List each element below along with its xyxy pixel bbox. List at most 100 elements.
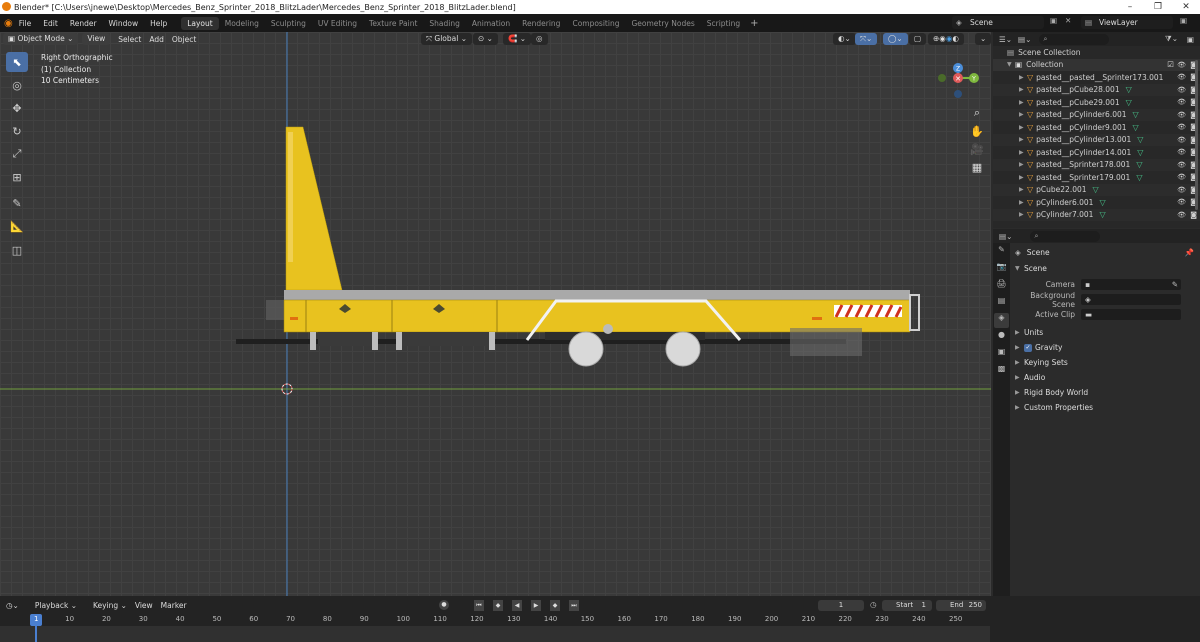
- eye-icon[interactable]: 👁: [1177, 186, 1186, 194]
- view-layer-selector[interactable]: ▤ ViewLayer: [1081, 16, 1173, 29]
- timeline-view-menu[interactable]: View: [135, 601, 153, 610]
- filter-icon[interactable]: ⧩⌄: [1165, 34, 1178, 44]
- menu-edit[interactable]: Edit: [43, 19, 58, 28]
- workspace-tab-layout[interactable]: Layout: [181, 16, 219, 30]
- units-section[interactable]: ▶ Units: [1011, 325, 1200, 340]
- close-button[interactable]: ✕: [1172, 0, 1200, 14]
- outliner-item[interactable]: ▶ ▽ pasted__pCylinder13.001 ▽ 👁 ◙: [993, 133, 1200, 146]
- shading-options[interactable]: ⌄: [975, 33, 992, 45]
- maximize-button[interactable]: ❐: [1144, 0, 1172, 14]
- outliner-item[interactable]: ▶ ▽ pCube22.001 ▽ 👁 ◙: [993, 183, 1200, 196]
- add-menu[interactable]: Add: [149, 35, 164, 44]
- eye-icon[interactable]: 👁: [1177, 198, 1186, 206]
- jump-start-icon[interactable]: ⏮: [474, 600, 484, 611]
- blender-menu-icon[interactable]: ◉: [4, 18, 13, 29]
- frame-ruler[interactable]: 1 10 20 30 40 50 60 70 80 90 100 110 120 130 140 150 160…: [0, 614, 990, 626]
- rigid-body-world-section[interactable]: ▶ Rigid Body World: [1011, 385, 1200, 400]
- eye-icon[interactable]: 👁: [1177, 148, 1186, 156]
- outliner-item[interactable]: ▶ ▽ pasted__Sprinter178.001 ▽ 👁 ◙: [993, 158, 1200, 171]
- rotate-tool[interactable]: ↻: [6, 121, 28, 141]
- eye-icon[interactable]: 👁: [1177, 61, 1186, 69]
- properties-editor-icon[interactable]: ▤⌄: [999, 232, 1012, 241]
- scene-tab-icon[interactable]: ◈: [994, 313, 1009, 328]
- object-mode-dropdown[interactable]: ▣ Object Mode ⌄: [3, 33, 79, 45]
- measure-tool[interactable]: 📐: [6, 216, 28, 236]
- menu-help[interactable]: Help: [150, 19, 167, 28]
- active-clip-input[interactable]: ▬: [1081, 309, 1181, 320]
- view-menu[interactable]: View: [82, 33, 111, 45]
- workspace-tab-rendering[interactable]: Rendering: [516, 17, 566, 30]
- expand-icon[interactable]: ▶: [1019, 161, 1027, 168]
- eye-icon[interactable]: 👁: [1177, 211, 1186, 219]
- play-icon[interactable]: ▶: [531, 600, 541, 611]
- expand-icon[interactable]: ▶: [1019, 99, 1027, 106]
- camera-icon[interactable]: ◙: [1190, 211, 1197, 219]
- eye-icon[interactable]: 👁: [1177, 123, 1186, 131]
- end-frame-input[interactable]: End 250: [936, 600, 986, 611]
- play-reverse-icon[interactable]: ◀: [512, 600, 522, 611]
- add-workspace-icon[interactable]: +: [750, 18, 758, 29]
- workspace-tab-shading[interactable]: Shading: [423, 17, 465, 30]
- scene-delete-icon[interactable]: ✕: [1065, 16, 1071, 25]
- visibility-icon[interactable]: ◐⌄: [833, 33, 856, 45]
- workspace-tab-uv-editing[interactable]: UV Editing: [312, 17, 363, 30]
- transform-orientation-dropdown[interactable]: ⤧ Global ⌄: [421, 33, 472, 45]
- background-scene-input[interactable]: ◈: [1081, 294, 1181, 305]
- collection-tab-icon[interactable]: ▣: [994, 347, 1009, 362]
- camera-input[interactable]: ▪ ✎: [1081, 279, 1181, 290]
- render-tab-icon[interactable]: 📷: [994, 262, 1009, 277]
- outliner-search-input[interactable]: ⌕: [1039, 33, 1110, 45]
- gravity-section[interactable]: ▶ ✓ Gravity: [1011, 340, 1200, 355]
- annotate-tool[interactable]: ✎: [6, 193, 28, 213]
- timeline-editor-icon[interactable]: ◷⌄: [6, 601, 19, 610]
- workspace-tab-scripting[interactable]: Scripting: [701, 17, 746, 30]
- outliner-item[interactable]: ▶ ▽ pasted__pCube29.001 ▽ 👁 ◙: [993, 96, 1200, 109]
- outliner-item[interactable]: ▶ ▽ pasted__pasted__Sprinter173.001 👁 ◙: [993, 71, 1200, 84]
- collection-checkbox[interactable]: ☑: [1167, 60, 1174, 69]
- custom-properties-section[interactable]: ▶ Custom Properties: [1011, 400, 1200, 415]
- menu-render[interactable]: Render: [70, 19, 97, 28]
- camera-view-icon[interactable]: 🎥: [970, 143, 984, 156]
- workspace-tab-sculpting[interactable]: Sculpting: [265, 17, 312, 30]
- overlay-toggle[interactable]: ◯⌄: [883, 33, 908, 45]
- outliner-item[interactable]: ▶ ▽ pasted__pCube28.001 ▽ 👁 ◙: [993, 83, 1200, 96]
- gravity-checkbox[interactable]: ✓: [1024, 343, 1032, 352]
- transform-tool[interactable]: ⊞: [6, 167, 28, 187]
- object-menu[interactable]: Object: [172, 35, 196, 44]
- eye-icon[interactable]: 👁: [1177, 136, 1186, 144]
- workspace-tab-texture-paint[interactable]: Texture Paint: [363, 17, 423, 30]
- workspace-tab-compositing[interactable]: Compositing: [566, 17, 625, 30]
- expand-icon[interactable]: ▶: [1019, 149, 1027, 156]
- properties-search-input[interactable]: ⌕: [1030, 230, 1101, 242]
- scene-copy-icon[interactable]: ▣: [1050, 16, 1057, 25]
- outliner-item[interactable]: ▶ ▽ pasted__pCylinder14.001 ▽ 👁 ◙: [993, 146, 1200, 159]
- move-tool[interactable]: ✥: [6, 98, 28, 118]
- expand-icon[interactable]: ▶: [1019, 86, 1027, 93]
- collection-row[interactable]: ▼ ▣ Collection ☑ 👁 ◙: [993, 58, 1200, 71]
- outliner-item[interactable]: ▶ ▽ pasted__Sprinter179.001 ▽ 👁 ◙: [993, 171, 1200, 184]
- editor-type-icon[interactable]: ☰⌄: [999, 35, 1012, 44]
- select-box-tool[interactable]: ⬉: [6, 52, 28, 72]
- record-button[interactable]: ●: [439, 600, 449, 610]
- keying-sets-section[interactable]: ▶ Keying Sets: [1011, 355, 1200, 370]
- add-cube-tool[interactable]: ◫: [6, 240, 28, 260]
- expand-icon[interactable]: ▶: [1019, 124, 1027, 131]
- scale-tool[interactable]: ⤢: [6, 144, 28, 164]
- snap-toggle[interactable]: 🧲 ⌄: [503, 33, 532, 45]
- playback-menu[interactable]: Playback ⌄: [27, 601, 77, 610]
- outliner-item[interactable]: ▶ ▽ pasted__pCylinder6.001 ▽ 👁 ◙: [993, 108, 1200, 121]
- texture-tab-icon[interactable]: ▩: [994, 364, 1009, 379]
- current-frame-input[interactable]: 1: [818, 600, 864, 611]
- proportional-edit-icon[interactable]: ◎: [531, 33, 548, 45]
- keying-menu[interactable]: Keying ⌄: [85, 601, 127, 610]
- pan-hand-icon[interactable]: ✋: [970, 125, 984, 138]
- expand-icon[interactable]: ▶: [1019, 174, 1027, 181]
- expand-icon[interactable]: ▶: [1019, 199, 1027, 206]
- expand-icon[interactable]: ▶: [1019, 74, 1027, 81]
- pivot-point-dropdown[interactable]: ⊙ ⌄: [473, 33, 498, 45]
- world-tab-icon[interactable]: ●: [994, 330, 1009, 345]
- eyedropper-icon[interactable]: ✎: [1172, 279, 1178, 290]
- new-collection-icon[interactable]: ▣: [1187, 35, 1194, 44]
- audio-section[interactable]: ▶ Audio: [1011, 370, 1200, 385]
- eye-icon[interactable]: 👁: [1177, 161, 1186, 169]
